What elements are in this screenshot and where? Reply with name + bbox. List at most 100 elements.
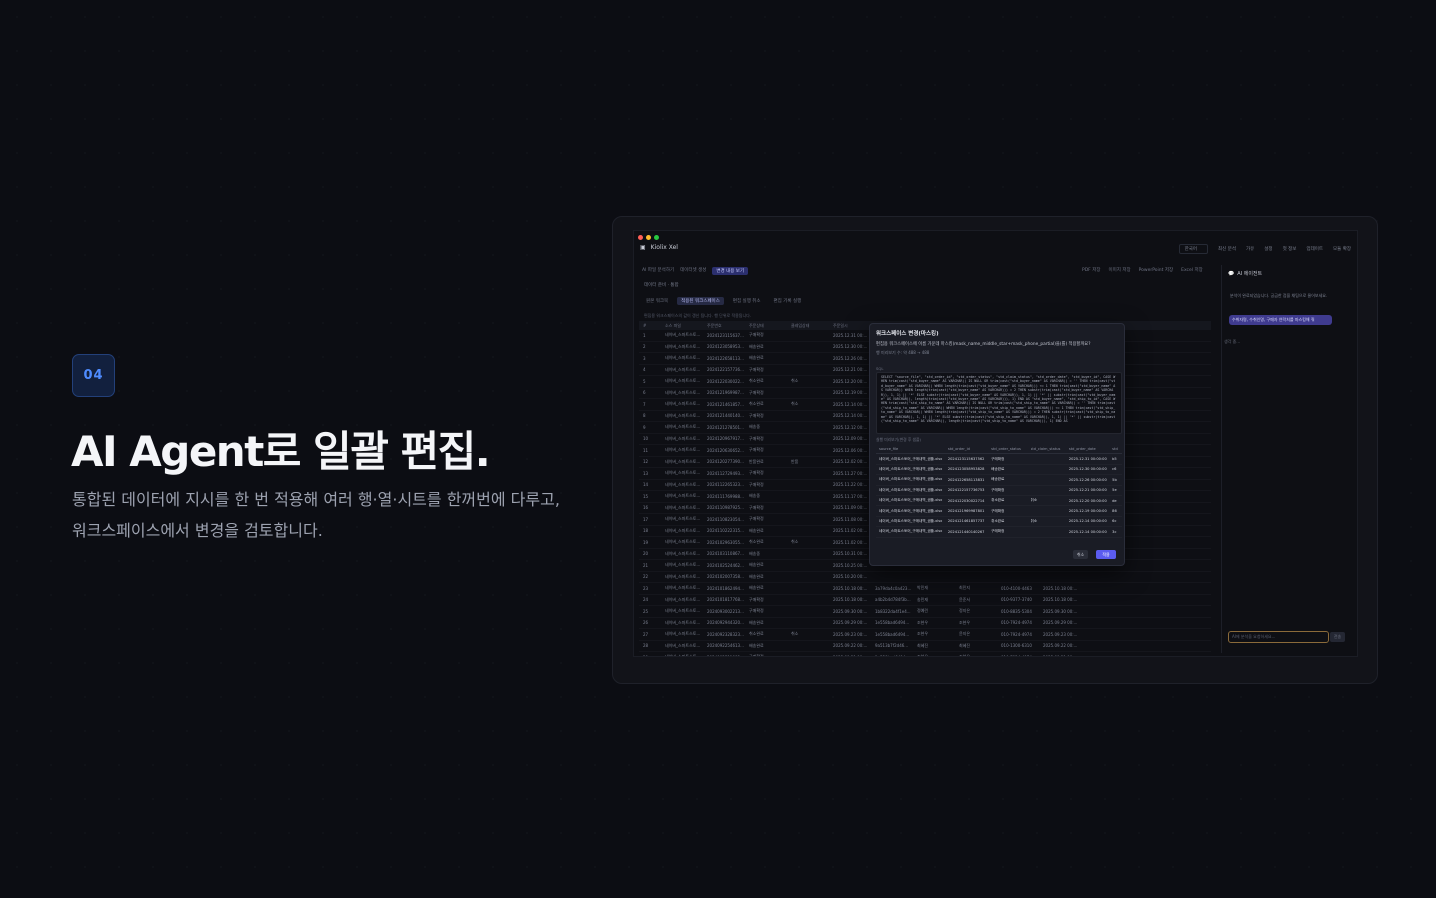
close-window-button[interactable]	[638, 235, 643, 240]
table-row[interactable]: 23 네이버_스마트스토... 2024101862494... 배송완료 2025.1…	[639, 583, 1211, 595]
grid-cell: 5	[643, 378, 646, 384]
preview-header-cell: std_order_date	[1068, 446, 1096, 451]
table-row[interactable]: 27 네이버_스마트스토... 2024092328323... 취소완료 취소 2025…	[639, 629, 1211, 641]
grid-cell: 네이버_스마트스토...	[665, 470, 701, 476]
topnav-item[interactable]: 모듈 확장	[1333, 246, 1351, 252]
table-row[interactable]: 25 네이버_스마트스토... 2024093002213... 구매확정 2025.0…	[639, 606, 1211, 618]
grid-cell: 박민재	[917, 585, 929, 591]
grid-cell: 20	[643, 551, 649, 557]
workspace-tab[interactable]: 편집 실행 취소	[729, 297, 765, 305]
grid-cell: 네이버_스마트스토...	[665, 343, 701, 349]
grid-cell: 구매확정	[749, 447, 764, 453]
grid-cell: 네이버_스마트스토...	[665, 366, 701, 372]
apply-button[interactable]: 적용	[1096, 550, 1116, 559]
preview-cell: 배송완료	[991, 466, 1005, 471]
grid-cell: 2024120277390...	[707, 459, 744, 465]
logo-icon: ▣	[640, 244, 646, 251]
grid-cell: 네이버_스마트스토...	[665, 642, 701, 648]
grid-cell: 네이버_스마트스토...	[665, 332, 701, 338]
grid-cell: 27	[643, 631, 649, 637]
grid-cell: 2024102963055...	[707, 539, 744, 545]
grid-cell: 네이버_스마트스토...	[665, 585, 701, 591]
workspace-tab[interactable]: 편집 기록 실행	[770, 297, 806, 305]
grid-cell: 24	[643, 597, 649, 603]
preview-cell: 취소	[1030, 498, 1038, 503]
sql-preview[interactable]: SELECT "source_file", "std_order_id", "s…	[876, 372, 1122, 434]
grid-cell: 2024122157736...	[707, 367, 744, 373]
export-button[interactable]: PowerPoint 저장	[1139, 267, 1174, 273]
subnav-item[interactable]: 변경 내용 보기	[712, 267, 749, 275]
grid-cell: 취소	[791, 539, 799, 545]
grid-cell: 2024112265323...	[707, 482, 744, 488]
minimize-window-button[interactable]	[646, 235, 651, 240]
topnav-item[interactable]: 최신 분석	[1218, 246, 1236, 252]
ai-panel-title: 💬 AI 에이전트	[1228, 270, 1262, 278]
subnav-item[interactable]: 데이터셋 생성	[680, 267, 706, 275]
preview-row: 네이버_스마트스토어_구매내역_샘플.xlsx 2024121440140267 구…	[876, 527, 1122, 538]
grid-cell: 12	[643, 459, 649, 465]
grid-cell: 네이버_스마트스토...	[665, 504, 701, 510]
grid-cell: 배송완료	[749, 619, 764, 625]
export-button[interactable]: Excel 저장	[1181, 267, 1203, 273]
grid-cell: 구매확정	[749, 654, 764, 657]
grid-header-cell[interactable]: 주문번호	[707, 323, 749, 329]
thinking-indicator: 생각 중...	[1224, 339, 1241, 344]
preview-cell: 네이버_스마트스토어_구매내역_샘플.xlsx	[879, 487, 943, 492]
grid-cell: 네이버_스마트스토...	[665, 424, 701, 430]
table-row[interactable]: 28 네이버_스마트스토... 2024092254613... 배송완료 2025.0…	[639, 641, 1211, 652]
grid-cell: 네이버_스마트스토...	[665, 481, 701, 487]
chat-input[interactable]: AI에 분석을 요청하세요...	[1228, 631, 1329, 643]
send-button[interactable]: 전송	[1330, 632, 1345, 642]
grid-cell: 2024123115637...	[707, 332, 744, 338]
grid-cell: 010-7924-4974	[1001, 620, 1032, 626]
grid-cell: 1e558bad6494...	[875, 620, 910, 626]
table-row[interactable]: 26 네이버_스마트스토... 2024092944320... 배송완료 2025.0…	[639, 618, 1211, 629]
workspace-tab[interactable]: 적용된 워크스페이스	[677, 297, 724, 305]
preview-cell: 86	[1112, 509, 1117, 514]
grid-cell: 네이버_스마트스토...	[665, 527, 701, 533]
preview-cell: 취소완료	[991, 518, 1005, 523]
grid-cell: 2024122030022...	[707, 378, 744, 384]
grid-cell: 반품완료	[749, 458, 764, 464]
preview-row: 네이버_스마트스토어_구매내역_샘플.xlsx 2024123115637562 구…	[876, 454, 1122, 465]
grid-header-cell[interactable]: 소스 파일	[665, 323, 707, 329]
grid-cell: 네이버_스마트스토...	[665, 654, 701, 657]
dialog-question: 편집용 워크스페이스에 이름 가운데 마스킹(mask_name_middle_…	[876, 342, 1091, 347]
grid-cell: 7	[643, 401, 646, 407]
preview-row: 네이버_스마트스토어_구매내역_샘플.xlsx 2024122030022714 취…	[876, 496, 1122, 507]
table-row[interactable]: 24 네이버_스마트스토... 2024101817768... 구매확정 2025.1…	[639, 595, 1211, 606]
grid-cell: 010-7924-4974	[1001, 631, 1032, 637]
table-row[interactable]: 29네이버_스마트스토... 2024092511093...구매확정 2025.0…	[639, 652, 1211, 657]
grid-cell: a4b2b4d784f3b...	[875, 597, 911, 603]
grid-header-cell[interactable]: 클레임상태	[791, 323, 833, 329]
grid-cell: 조현우	[959, 654, 971, 657]
dialog-row-info: 행 미리보기 수: 약 488 → 488	[876, 350, 930, 355]
hero-subtitle-line: 통합된 데이터에 지시를 한 번 적용해 여러 행·열·시트를 한꺼번에 다루고…	[72, 490, 560, 509]
grid-cell: 2025.09.21 00:...	[1043, 655, 1085, 656]
grid-cell: 14	[643, 482, 649, 488]
grid-cell: 19	[643, 539, 649, 545]
subnav-item[interactable]: AI 파일 분석하기	[642, 267, 674, 275]
window-controls	[638, 235, 659, 240]
table-row[interactable]: 22 네이버_스마트스토... 2024102007358... 배송완료 2025.1…	[639, 572, 1211, 583]
workspace-tab[interactable]: 원본 워크북	[642, 297, 672, 305]
preview-cell: de	[1112, 498, 1117, 503]
grid-cell: 2024101862494...	[707, 585, 744, 591]
export-button[interactable]: 이미지 저장	[1108, 267, 1130, 273]
topnav-item[interactable]: 가유	[1246, 246, 1254, 252]
preview-row: 네이버_스마트스토어_구매내역_샘플.xlsx 2024121461857737 취…	[876, 517, 1122, 528]
grid-header-cell[interactable]: 주문상태	[749, 323, 791, 329]
grid-cell: 네이버_스마트스토...	[665, 401, 701, 407]
topnav-item[interactable]: 첫 정보	[1283, 246, 1297, 252]
topnav-item[interactable]: 설정	[1264, 246, 1272, 252]
maximize-window-button[interactable]	[654, 235, 659, 240]
topnav-item[interactable]: 업데이트	[1306, 246, 1323, 252]
grid-cell: 2024102007358...	[707, 574, 744, 580]
topnav-item[interactable]: 한국어	[1178, 244, 1209, 254]
app-brand: ▣ Kiolix Xel	[640, 244, 678, 251]
grid-cell: 2025.10.18 00:...	[1043, 597, 1078, 603]
cancel-button[interactable]: 취소	[1073, 550, 1088, 559]
grid-header-cell[interactable]: #	[639, 323, 665, 328]
grid-cell: 배송완료	[749, 527, 764, 533]
export-button[interactable]: PDF 저장	[1082, 267, 1100, 273]
